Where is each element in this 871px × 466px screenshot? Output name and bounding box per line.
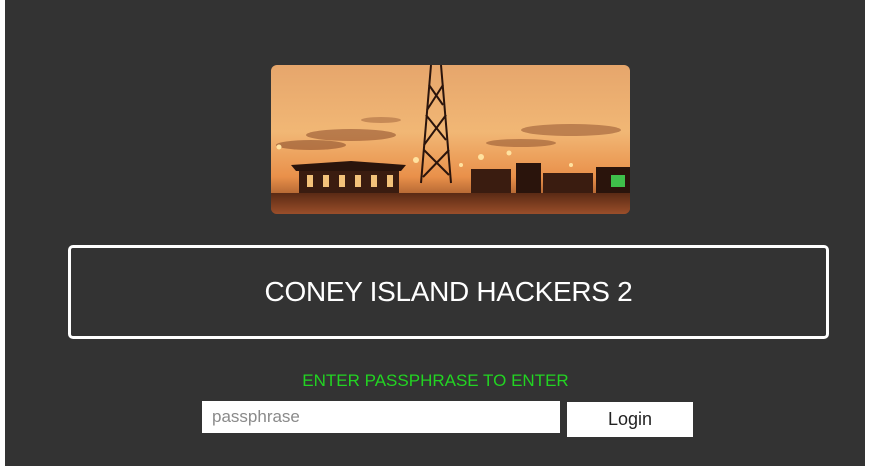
passphrase-input[interactable] — [202, 401, 560, 433]
title-banner: CONEY ISLAND HACKERS 2 — [68, 245, 829, 339]
site-title: CONEY ISLAND HACKERS 2 — [264, 276, 633, 307]
hero-image — [271, 65, 630, 214]
coney-island-sunset-photo — [271, 65, 630, 214]
login-button[interactable]: Login — [567, 402, 693, 437]
passphrase-prompt: ENTER PASSPHRASE TO ENTER — [302, 371, 569, 390]
page-frame: CONEY ISLAND HACKERS 2 ENTER PASSPHRASE … — [0, 0, 871, 466]
